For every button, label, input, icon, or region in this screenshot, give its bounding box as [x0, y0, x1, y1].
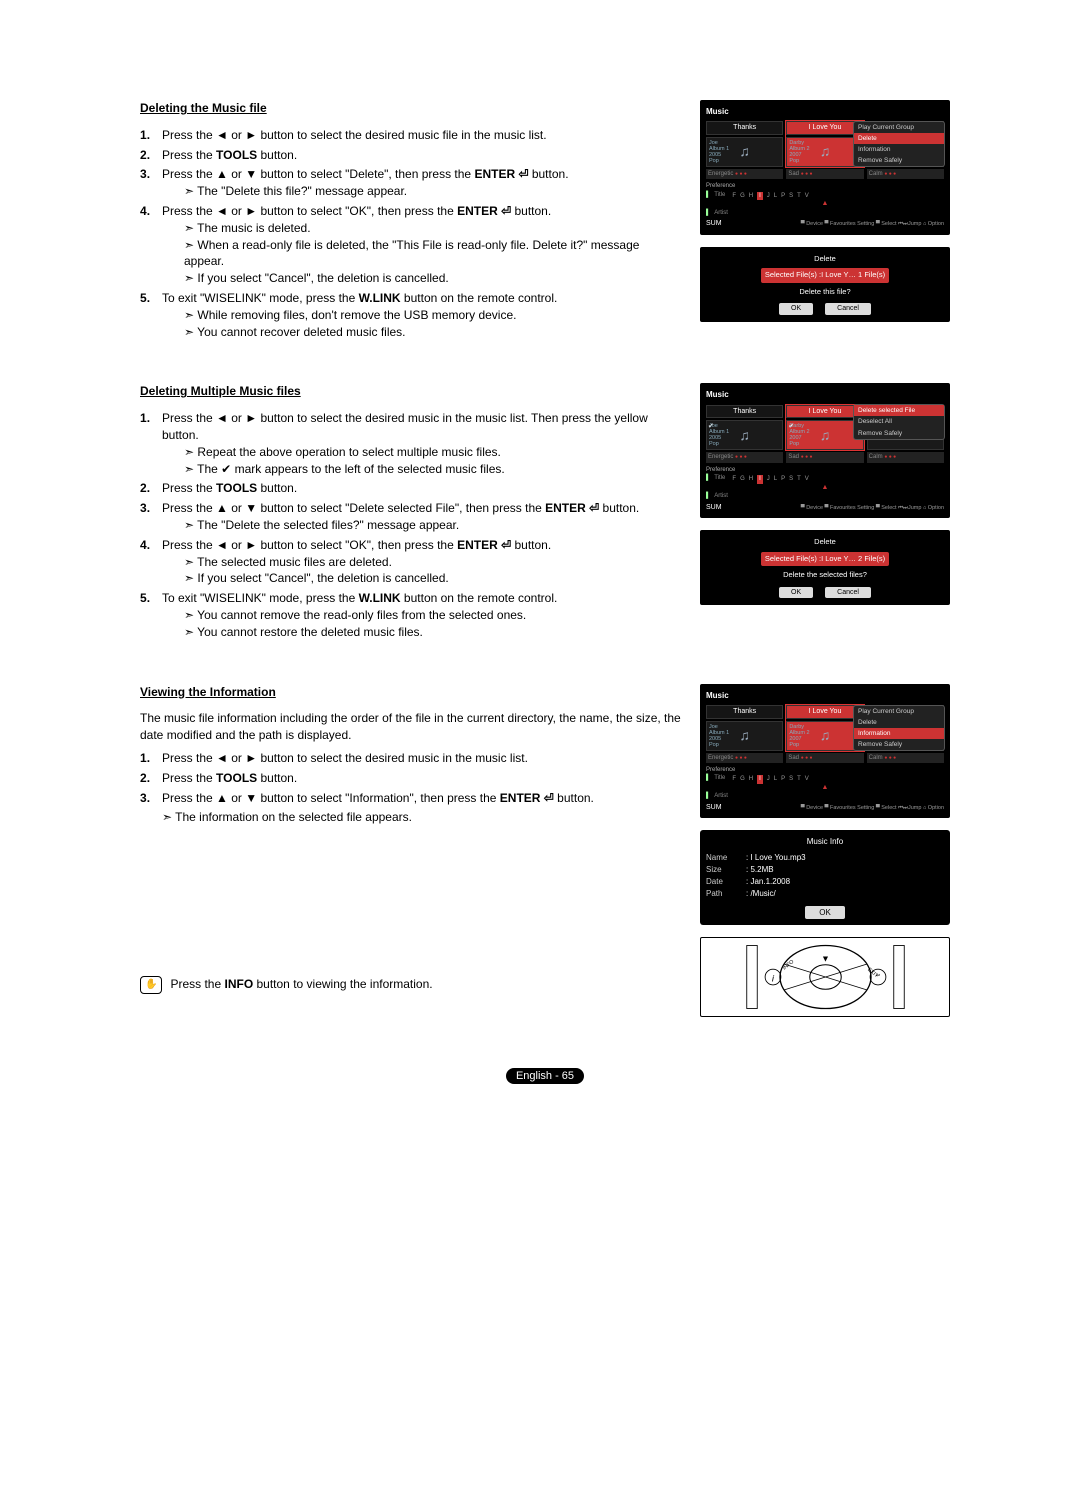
page-footer: English - 65: [140, 1067, 950, 1084]
tip-icon: ✋: [140, 976, 162, 994]
delete-dialog-single: Delete Selected File(s) :I Love Y… 1 Fil…: [700, 247, 950, 322]
note: Repeat the above operation to select mul…: [162, 444, 682, 461]
note: You cannot remove the read-only files fr…: [162, 607, 682, 624]
context-menu[interactable]: Delete selected File Deselect All Remove…: [853, 404, 945, 439]
step: Press the ◄ or ► button to select the de…: [140, 410, 682, 477]
step: Press the ◄ or ► button to select the de…: [140, 750, 682, 767]
note: The information on the selected file app…: [140, 809, 682, 826]
remote-note: Press the INFO button to viewing the inf…: [170, 976, 432, 993]
cancel-button[interactable]: Cancel: [825, 587, 871, 599]
step: Press the ▲ or ▼ button to select "Delet…: [140, 166, 682, 200]
step: Press the ◄ or ► button to select "OK", …: [140, 537, 682, 587]
note: You cannot restore the deleted music fil…: [162, 624, 682, 641]
ok-button[interactable]: OK: [779, 587, 813, 599]
step: Press the TOOLS button.: [140, 770, 682, 787]
music-note-icon: ♫: [739, 142, 750, 162]
view-info-heading: Viewing the Information: [140, 684, 682, 701]
ok-button[interactable]: OK: [805, 906, 845, 919]
note: If you select "Cancel", the deletion is …: [162, 270, 682, 287]
step: Press the ◄ or ► button to select "OK", …: [140, 203, 682, 287]
step: To exit "WISELINK" mode, press the W.LIN…: [140, 590, 682, 640]
intro: The music file information including the…: [140, 710, 682, 744]
step: Press the TOOLS button.: [140, 147, 682, 164]
note: While removing files, don't remove the U…: [162, 307, 682, 324]
del-multi-heading: Deleting Multiple Music files: [140, 383, 682, 400]
svg-text:i: i: [771, 974, 774, 985]
music-screen-delete: Music Thanks JoeAlbum 12005Pop♫ I Love Y…: [700, 100, 950, 235]
note: If you select "Cancel", the deletion is …: [162, 570, 682, 587]
step: Press the TOOLS button.: [140, 480, 682, 497]
svg-text:INFO: INFO: [781, 959, 794, 972]
del-music-heading: Deleting the Music file: [140, 100, 682, 117]
ok-button[interactable]: OK: [779, 303, 813, 315]
svg-text:▼: ▼: [821, 954, 830, 964]
note: The "Delete the selected files?" message…: [162, 517, 682, 534]
step: Press the ◄ or ► button to select the de…: [140, 127, 682, 144]
note: When a read-only file is deleted, the "T…: [162, 237, 682, 271]
note: The selected music files are deleted.: [162, 554, 682, 571]
step: Press the ▲ or ▼ button to select "Delet…: [140, 500, 682, 534]
note: The ✔ mark appears to the left of the se…: [162, 461, 682, 478]
cancel-button[interactable]: Cancel: [825, 303, 871, 315]
note: The "Delete this file?" message appear.: [162, 183, 682, 200]
step: Press the ▲ or ▼ button to select "Infor…: [140, 790, 682, 807]
music-note-icon: ♫: [820, 142, 831, 162]
context-menu[interactable]: Play Current Group Delete Information Re…: [853, 705, 945, 751]
music-info-box: Music Info Name: I Love You.mp3 Size: 5.…: [700, 830, 950, 925]
remote-diagram: ▼ i INFO ↩ EXIT: [700, 937, 950, 1017]
step: To exit "WISELINK" mode, press the W.LIN…: [140, 290, 682, 340]
context-menu[interactable]: Play Current Group Delete Information Re…: [853, 121, 945, 167]
note: You cannot recover deleted music files.: [162, 324, 682, 341]
music-screen-multi: Music Thanks ✔JoeAlbum 12005Pop♫ I Love …: [700, 383, 950, 518]
delete-dialog-multi: Delete Selected File(s) :I Love Y… 2 Fil…: [700, 530, 950, 605]
note: The music is deleted.: [162, 220, 682, 237]
music-screen-info: Music Thanks JoeAlbum 12005Pop♫ I Love Y…: [700, 684, 950, 819]
